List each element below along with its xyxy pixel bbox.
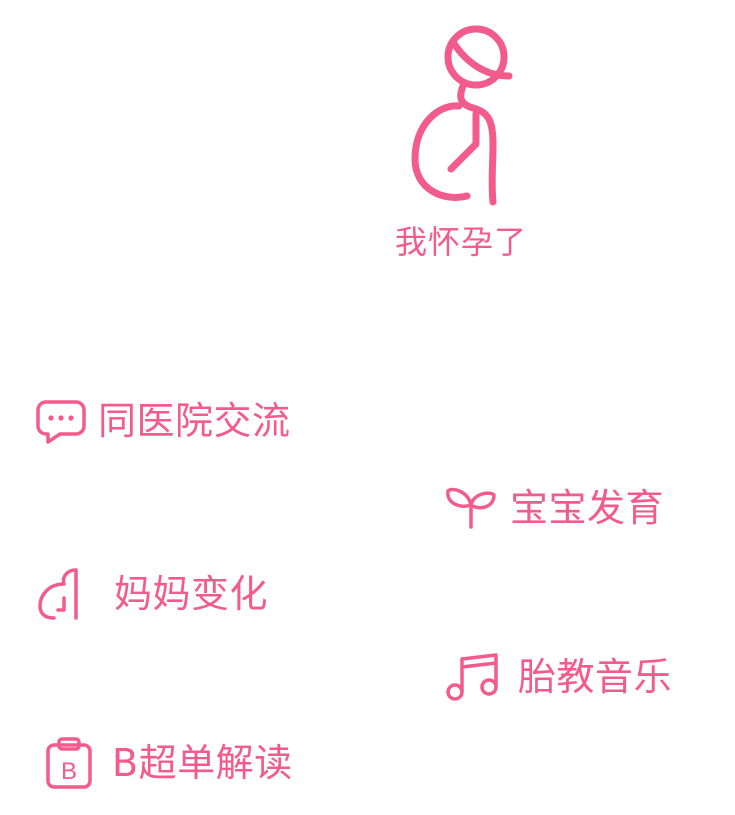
- mom-changes-button[interactable]: 妈妈变化: [38, 568, 268, 620]
- clipboard-b-icon: B: [46, 737, 92, 789]
- baby-development-button[interactable]: 宝宝发育: [446, 483, 664, 533]
- svg-text:B: B: [61, 758, 77, 785]
- pregnancy-hero[interactable]: 我怀孕了: [395, 24, 540, 261]
- chat-bubble-icon: [36, 396, 86, 446]
- ultrasound-report-label: B超单解读: [112, 741, 293, 785]
- music-note-icon: [446, 653, 498, 701]
- hospital-chat-label: 同医院交流: [98, 399, 291, 443]
- hospital-chat-button[interactable]: 同医院交流: [36, 396, 291, 446]
- ultrasound-report-button[interactable]: B B超单解读: [46, 737, 293, 789]
- pregnant-belly-icon: [38, 568, 82, 620]
- mom-changes-label: 妈妈变化: [114, 572, 269, 616]
- pregnant-woman-icon: [395, 24, 540, 209]
- sprout-icon: [446, 483, 496, 533]
- prenatal-music-label: 胎教音乐: [518, 655, 673, 699]
- baby-development-label: 宝宝发育: [510, 486, 665, 530]
- hero-label: 我怀孕了: [395, 223, 528, 261]
- prenatal-music-button[interactable]: 胎教音乐: [446, 653, 672, 701]
